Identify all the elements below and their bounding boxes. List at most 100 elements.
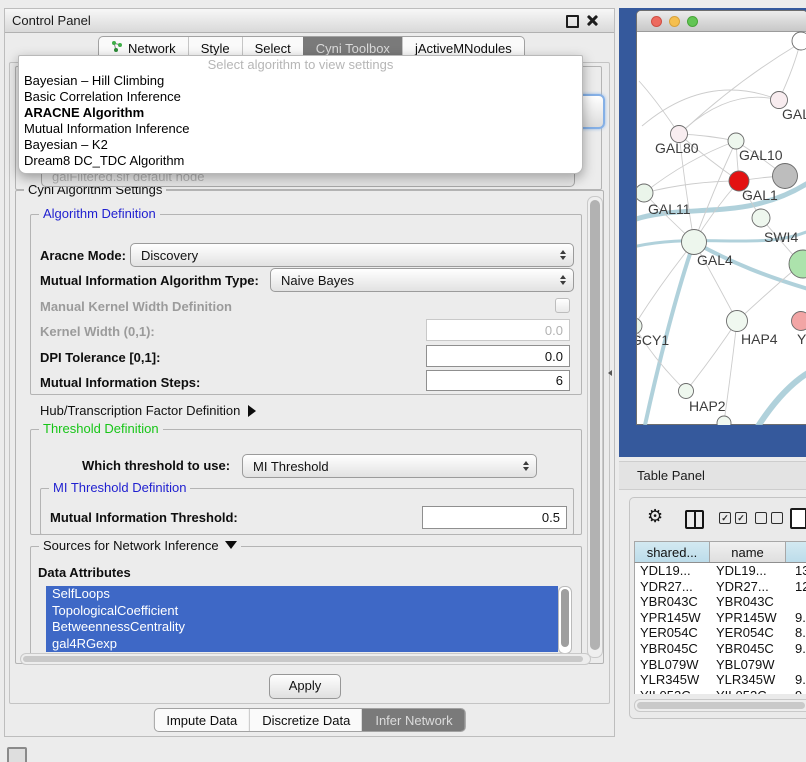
table-row[interactable]: YBR045CYBR045C9. [635,641,806,657]
algorithm-option-mutual-information-inference[interactable]: Mutual Information Inference [19,121,582,137]
network-node-gal11[interactable] [637,184,653,202]
table-cell: YBR043C [635,594,710,610]
float-window-icon[interactable] [566,15,579,28]
network-edge[interactable] [683,45,797,131]
node-label-hap4: HAP4 [741,331,778,347]
tab-label: jActiveMNodules [415,41,512,56]
manual-kernel-checkbox[interactable] [555,298,570,313]
dpi-tolerance-input[interactable]: 0.0 [426,345,570,367]
threshold-definition-title: Threshold Definition [39,422,163,436]
table-row[interactable]: YER054CYER054C8. [635,625,806,641]
attributes-scrollbar[interactable] [558,586,572,654]
network-edge[interactable] [779,43,800,100]
network-window-titlebar[interactable] [637,11,806,32]
table-hscrollbar[interactable] [634,699,806,712]
hub-definition-label: Hub/Transcription Factor Definition [40,403,240,418]
unchecked-columns-icon[interactable] [755,512,783,524]
network-node-hap2[interactable] [679,384,694,399]
table-cell: YBL079W [635,657,710,673]
mi-type-select[interactable]: Naive Bayes [270,268,574,292]
data-attributes-label: Data Attributes [38,565,131,580]
network-node[interactable] [792,32,806,50]
tab-label: Style [201,41,230,56]
settings-hscrollbar[interactable] [20,653,591,665]
network-edge-thick[interactable] [755,369,806,425]
column-header-clipped[interactable] [786,542,806,562]
attribute-item-selfloops[interactable]: SelfLoops [46,586,558,603]
sources-title[interactable]: Sources for Network Inference [39,539,241,553]
column-header-shared-[interactable]: shared... [635,542,710,562]
dpi-tolerance-value: 0.0 [545,349,563,364]
network-edge[interactable] [639,81,679,134]
tab-impute-data[interactable]: Impute Data [154,709,249,731]
column-header-name[interactable]: name [710,542,786,562]
docked-panel-icon[interactable] [7,747,27,762]
aracne-mode-select[interactable]: Discovery [130,243,574,267]
algorithm-option-basic-correlation-inference[interactable]: Basic Correlation Inference [19,89,582,105]
settings-scrollbar[interactable] [587,196,603,658]
algorithm-option-bayesian-k2[interactable]: Bayesian – K2 [19,137,582,153]
tab-infer-network[interactable]: Infer Network [362,709,464,731]
algorithm-definition-title: Algorithm Definition [39,207,160,221]
close-icon[interactable] [586,14,599,27]
which-threshold-select[interactable]: MI Threshold [242,454,537,478]
mi-steps-label: Mutual Information Steps: [40,375,200,390]
collapsed-arrow-icon [248,405,256,417]
table-row[interactable]: YBR043CYBR043C [635,594,806,610]
data-attributes-list[interactable]: SelfLoopsTopologicalCoefficientBetweenne… [46,586,558,652]
tab-discretize-data[interactable]: Discretize Data [249,709,362,731]
network-node[interactable] [717,416,731,425]
network-window: GALGAL80GAL10GAL1GAL11SWI4GAL4GCY1HAP4YH… [636,10,806,425]
table-row[interactable]: YDL19...YDL19...13 [635,563,806,579]
table-row[interactable]: YPR145WYPR145W9. [635,610,806,626]
attribute-item-topologicalcoefficient[interactable]: TopologicalCoefficient [46,603,558,620]
gear-icon[interactable]: ⚙ [647,508,663,526]
attribute-item-betweennesscentrality[interactable]: BetweennessCentrality [46,619,558,636]
table-cell: 12 [786,579,806,595]
mi-type-label: Mutual Information Algorithm Type: [40,273,259,288]
attribute-item-gal4rgexp[interactable]: gal4RGexp [46,636,558,653]
close-traffic-light-icon[interactable] [651,16,662,27]
network-node-gal4[interactable] [682,230,707,255]
apply-button[interactable]: Apply [269,674,341,699]
hub-definition-toggle[interactable]: Hub/Transcription Factor Definition [40,403,256,418]
mi-threshold-input[interactable]: 0.5 [422,506,567,529]
network-edge[interactable] [642,90,779,126]
network-edge[interactable] [724,321,737,422]
checked-columns-icon[interactable]: ✓✓ [719,512,747,524]
algorithm-dropdown-popup: Select algorithm to view settings Bayesi… [18,55,583,174]
network-node[interactable] [773,164,798,189]
network-canvas[interactable]: GALGAL80GAL10GAL1GAL11SWI4GAL4GCY1HAP4YH… [637,31,806,425]
table-row[interactable]: YDR27...YDR27...12 [635,579,806,595]
tab-label: Select [255,41,291,56]
table-cell: YER054C [710,625,786,641]
table-cell: 9. [786,688,806,694]
zoom-traffic-light-icon[interactable] [687,16,698,27]
table-cell [786,657,806,673]
document-icon[interactable] [790,508,806,529]
network-node-y[interactable] [792,312,806,331]
table-row[interactable]: YBL079WYBL079W [635,657,806,673]
network-edge[interactable] [637,242,694,326]
algorithm-option-aracne-algorithm[interactable]: ARACNE Algorithm [19,105,582,121]
table-row[interactable]: YLR345WYLR345W9. [635,672,806,688]
algorithm-option-dream8-dc-tdc-algorithm[interactable]: Dream8 DC_TDC Algorithm [19,153,582,169]
minimize-traffic-light-icon[interactable] [669,16,680,27]
network-node-swi4[interactable] [752,209,770,227]
app-screen: Control Panel NetworkStyleSelectCyni Too… [0,0,806,762]
table-panel-header: Table Panel [619,461,806,490]
mi-steps-input[interactable]: 6 [426,370,570,391]
kernel-width-input[interactable]: 0.0 [426,319,570,341]
table-row[interactable]: YIL052CYIL052C9. [635,688,806,694]
table-cell: YPR145W [710,610,786,626]
network-node-hap4[interactable] [727,311,748,332]
network-node[interactable] [789,250,806,278]
stepper-icon [560,250,566,260]
network-edge[interactable] [679,97,779,134]
algorithm-option-bayesian-hill-climbing[interactable]: Bayesian – Hill Climbing [19,73,582,89]
control-panel: Control Panel NetworkStyleSelectCyni Too… [4,8,615,737]
split-view-icon[interactable] [685,510,704,529]
splitter-handle-icon[interactable] [608,370,612,376]
table-panel: ⚙ ✓✓ shared...name YDL19...YDL19...13YDR… [629,497,806,719]
table-cell: YLR345W [710,672,786,688]
